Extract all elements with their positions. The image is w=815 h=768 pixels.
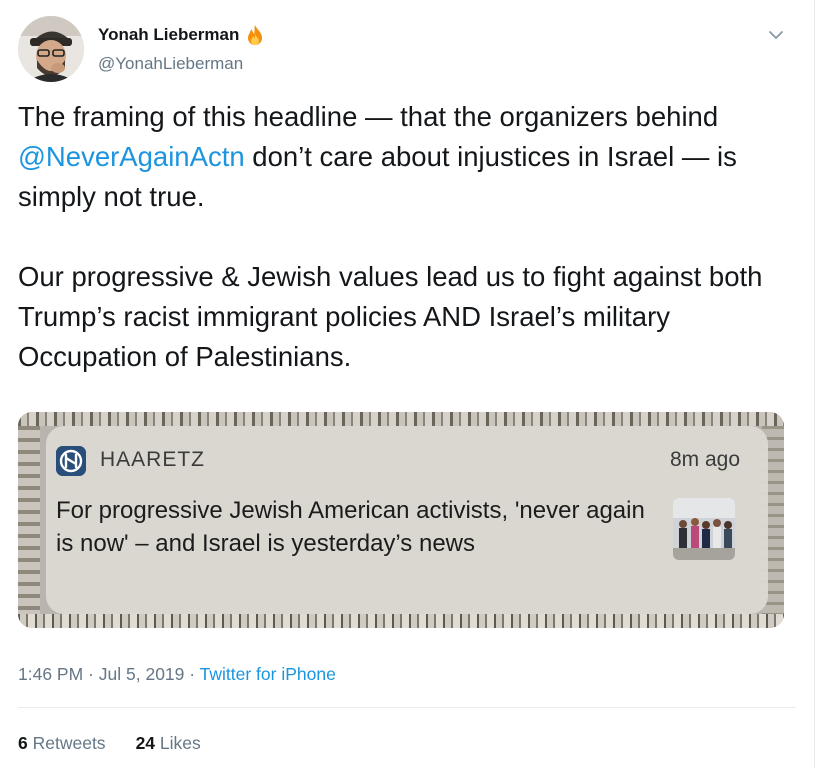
bookshelf-background: [18, 426, 40, 614]
likes-stat[interactable]: 24 Likes: [136, 733, 201, 754]
retweets-label: Retweets: [32, 733, 106, 753]
retweets-count: 6: [18, 733, 28, 753]
notification-headline: For progressive Jewish American activist…: [56, 497, 645, 557]
mention-link[interactable]: @NeverAgainActn: [18, 141, 245, 172]
notification-thumbnail: [673, 498, 735, 560]
bookshelf-background: [18, 412, 784, 426]
bookshelf-background: [18, 614, 784, 628]
notification-time: 8m ago: [669, 448, 740, 471]
tweet: Yonah Lieberman @YonahLieberman The fram…: [0, 0, 815, 768]
haaretz-logo-icon: [56, 446, 86, 476]
notification-card: HAARETZ 8m ago For progressive Jewish Am…: [46, 426, 768, 614]
tweet-text: The framing of this headline — that the …: [18, 97, 798, 377]
likes-count: 24: [135, 733, 156, 753]
tweet-paragraph-2: Our progressive & Jewish values lead us …: [18, 261, 763, 372]
tweet-date[interactable]: Jul 5, 2019: [99, 664, 185, 684]
divider: [18, 707, 796, 708]
tweet-time[interactable]: 1:46 PM: [18, 664, 83, 684]
avatar-image: [18, 16, 84, 82]
tweet-text-part: The framing of this headline — that the …: [18, 101, 719, 132]
tweet-stats: 6 Retweets 24 Likes: [18, 733, 201, 754]
notification-app-name: HAARETZ: [100, 448, 206, 471]
author-name[interactable]: Yonah Lieberman: [98, 25, 239, 45]
tweet-source-link[interactable]: Twitter for iPhone: [200, 664, 336, 684]
author-handle[interactable]: @YonahLieberman: [98, 54, 243, 74]
avatar[interactable]: [18, 16, 84, 82]
meta-separator: ·: [189, 664, 196, 684]
tweet-paragraph-1: The framing of this headline — that the …: [18, 97, 798, 217]
media-image[interactable]: HAARETZ 8m ago For progressive Jewish Am…: [18, 412, 784, 628]
meta-separator: ·: [88, 664, 94, 684]
retweets-stat[interactable]: 6 Retweets: [18, 733, 106, 754]
author-name-row: Yonah Lieberman: [98, 24, 265, 46]
likes-label: Likes: [159, 733, 201, 753]
tweet-timestamp-row: 1:46 PM · Jul 5, 2019 · Twitter for iPho…: [18, 664, 336, 685]
fire-icon: [245, 24, 265, 46]
chevron-down-icon[interactable]: [767, 26, 785, 44]
